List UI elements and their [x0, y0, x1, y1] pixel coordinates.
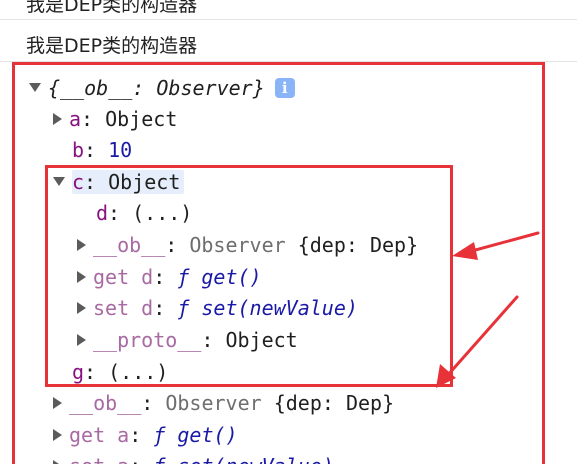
- log-message-text: 我是DEP类的构造器: [26, 35, 198, 57]
- console-log-message: 我是DEP类的构造器: [0, 0, 577, 20]
- annotation-inner-box: [45, 165, 453, 387]
- console-log-message: 我是DEP类的构造器: [0, 30, 577, 62]
- log-message-text: 我是DEP类的构造器: [26, 0, 198, 16]
